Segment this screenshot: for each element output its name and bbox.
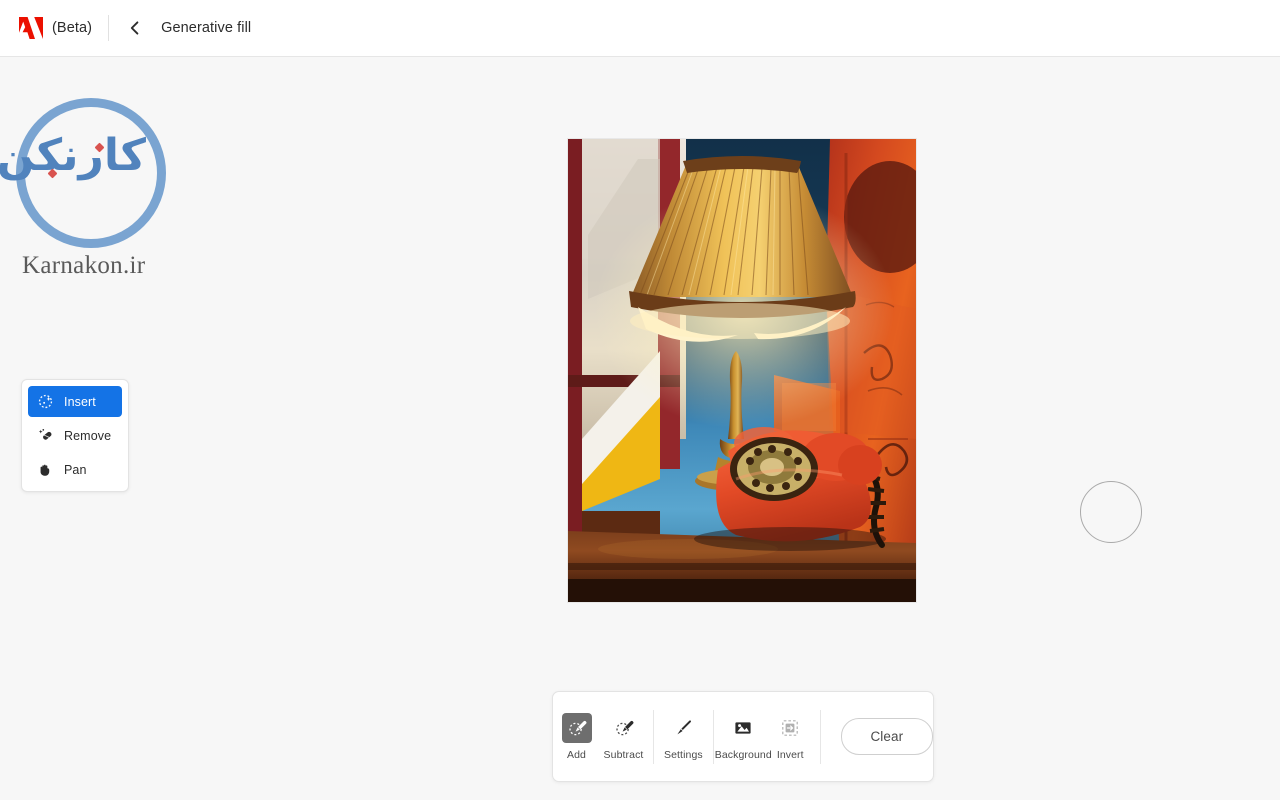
toolbar-group-settings: Settings — [660, 692, 707, 781]
watermark-persian-text: کارنکن — [0, 130, 146, 181]
toolbar-label: Invert — [776, 748, 804, 761]
settings-iconbox — [668, 713, 698, 743]
app-header: (Beta) Generative fill — [0, 0, 1280, 57]
tool-item-pan[interactable]: Pan — [28, 454, 122, 485]
generative-fill-image[interactable] — [568, 139, 916, 602]
page-title: Generative fill — [161, 20, 252, 36]
brush-add-selection-icon — [568, 720, 586, 735]
clear-button[interactable]: Clear — [840, 718, 934, 755]
toolbar-label: Add — [567, 748, 586, 761]
invert-iconbox — [775, 713, 805, 743]
invert-selection-icon — [782, 719, 799, 736]
chevron-left-icon[interactable] — [127, 20, 143, 36]
add-iconbox — [561, 712, 592, 743]
brush-subtract-selection-icon — [615, 720, 633, 735]
toolbar-button-background[interactable]: Background — [715, 713, 772, 761]
watermark-site-text: Karnakon.ir — [22, 252, 146, 279]
toolbar-separator — [819, 709, 821, 764]
photo-content — [568, 139, 916, 602]
tool-item-label: Pan — [64, 462, 87, 477]
toolbar-separator — [653, 709, 654, 764]
toolbar-button-settings[interactable]: Settings — [660, 713, 707, 761]
watermark-ring — [16, 98, 166, 248]
toolbar-label: Subtract — [603, 748, 644, 761]
watermark-dot-icon — [47, 168, 58, 179]
background-iconbox — [728, 713, 758, 743]
tool-item-remove[interactable]: Remove — [28, 420, 122, 451]
canvas-stage: کارنکن Karnakon.ir Insert Remove Pan Add… — [0, 57, 1280, 800]
tool-panel: Insert Remove Pan — [21, 379, 129, 492]
watermark-stamp: کارنکن — [0, 90, 171, 253]
subtract-iconbox — [609, 713, 639, 743]
magic-lasso-icon — [38, 394, 53, 409]
toolbar-label: Background — [714, 748, 772, 761]
image-icon — [735, 721, 751, 734]
eraser-sparkle-icon — [38, 429, 52, 440]
adobe-logo-icon[interactable] — [18, 16, 44, 40]
beta-label: (Beta) — [52, 20, 93, 36]
toolbar-group-selection: Add Subtract — [553, 692, 647, 781]
tool-item-label: Remove — [64, 428, 112, 443]
toolbar-button-add[interactable]: Add — [553, 712, 600, 761]
watermark: کارنکن Karnakon.ir — [0, 90, 188, 310]
toolbar-label: Settings — [664, 748, 703, 761]
paintbrush-icon — [677, 719, 692, 734]
toolbar-group-mask: Background Invert — [715, 692, 814, 781]
tool-item-label: Insert — [64, 394, 96, 409]
toolbar-button-invert[interactable]: Invert — [767, 713, 814, 761]
tool-item-insert[interactable]: Insert — [28, 386, 122, 417]
hand-icon — [40, 464, 50, 476]
toolbar-separator — [712, 709, 714, 764]
brush-cursor-circle[interactable] — [1080, 481, 1142, 543]
toolbar-button-subtract[interactable]: Subtract — [600, 713, 647, 761]
header-divider — [108, 15, 110, 41]
watermark-dot-icon — [94, 142, 105, 153]
selection-toolbar: Add Subtract Settings Background Invert … — [552, 691, 934, 782]
